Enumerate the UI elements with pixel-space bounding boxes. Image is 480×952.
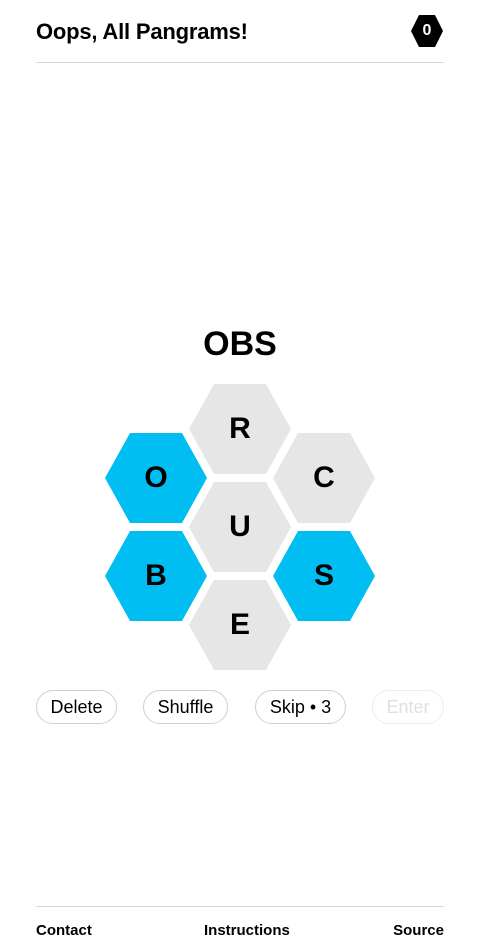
contact-link[interactable]: Contact [36,922,92,940]
letter-tile-bottom[interactable]: E [189,580,291,670]
skip-button[interactable]: Skip • 3 [255,690,346,724]
shuffle-button[interactable]: Shuffle [143,690,228,724]
letter-tile-label: E [229,608,250,641]
enter-button[interactable]: Enter [372,690,444,724]
controls-bar: Delete Shuffle Skip • 3 Enter [0,690,480,726]
game-page: Oops, All Pangrams! 0 OBS R O C U B S E [0,0,480,952]
source-link[interactable]: Source [393,922,444,940]
header: Oops, All Pangrams! 0 [36,0,444,63]
app-title: Oops, All Pangrams! [36,19,248,44]
instructions-link[interactable]: Instructions [204,922,290,940]
current-word: OBS [203,325,277,363]
delete-button[interactable]: Delete [36,690,117,724]
score-value: 0 [422,22,432,39]
footer: Contact Instructions Source [36,906,444,952]
score-badge: 0 [410,14,444,48]
